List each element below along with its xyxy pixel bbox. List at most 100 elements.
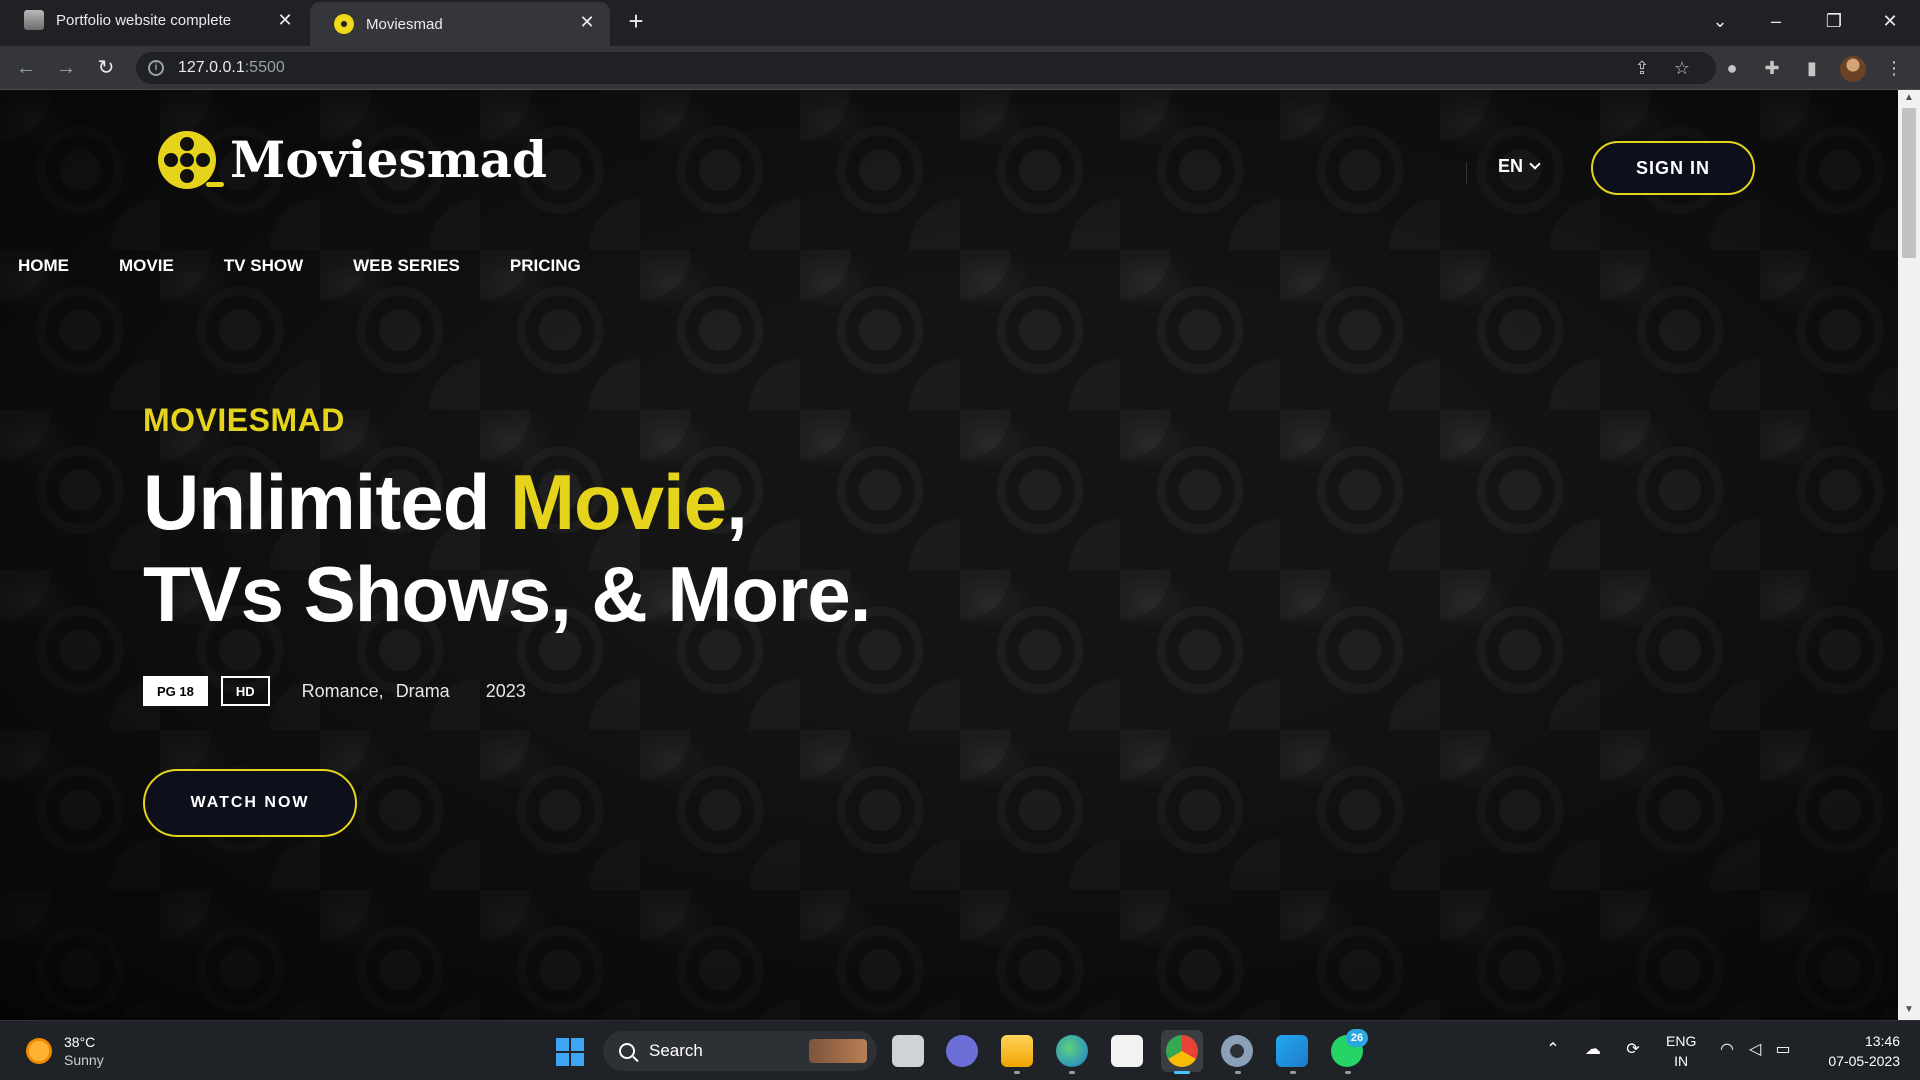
hero-title-part1: Unlimited [143, 458, 511, 546]
page-scrollbar[interactable]: ▲ ▼ [1898, 90, 1920, 1020]
forward-arrow-icon[interactable]: → [52, 54, 80, 82]
sync-icon[interactable]: ⟳ [1622, 1039, 1644, 1061]
main-nav: HOME MOVIE TV SHOW WEB SERIES PRICING [18, 256, 631, 276]
system-clock[interactable]: 13:46 07-05-2023 [1818, 1031, 1900, 1071]
page-viewport: Moviesmad EN SIGN IN HOME MOVIE TV SHOW … [0, 90, 1898, 1020]
scroll-thumb[interactable] [1902, 108, 1916, 258]
hero-subtitle: MOVIESMAD [143, 402, 345, 438]
file-explorer-icon[interactable] [1001, 1035, 1033, 1067]
page-content: Moviesmad EN SIGN IN HOME MOVIE TV SHOW … [0, 90, 1898, 1020]
clock-time: 13:46 [1864, 1033, 1900, 1049]
browser-tab-bar: Portfolio website complete ✕ Moviesmad ✕… [0, 0, 1920, 46]
url-port: :5500 [244, 59, 285, 76]
volume-icon[interactable]: ◁ [1744, 1039, 1766, 1061]
nav-item-web-series[interactable]: WEB SERIES [353, 256, 460, 276]
url-text[interactable]: 127.0.0.1:5500 [178, 59, 285, 77]
kebab-menu-icon[interactable]: ⋮ [1882, 56, 1906, 80]
hero-title-line2: TVs Shows, & More. [143, 550, 871, 638]
hero-title: Unlimited Movie, TVs Shows, & More. [143, 456, 871, 640]
quality-badge: HD [220, 676, 270, 706]
weather-temp: 38°C [64, 1034, 96, 1050]
running-indicator [1290, 1071, 1296, 1074]
portfolio-favicon-icon [24, 10, 44, 30]
teams-chat-icon[interactable] [946, 1035, 978, 1067]
onedrive-icon[interactable]: ☁ [1582, 1039, 1604, 1061]
edge-browser-icon[interactable] [1056, 1035, 1088, 1067]
tab-title: Portfolio website complete [56, 11, 232, 29]
hero-title-part2: , [726, 458, 748, 546]
chevron-down-icon [1529, 158, 1541, 170]
chrome-taskbar-button[interactable] [1161, 1030, 1203, 1072]
site-info-icon[interactable]: i [148, 60, 164, 76]
running-indicator [1069, 1071, 1075, 1074]
active-indicator [1174, 1071, 1190, 1074]
nav-item-home[interactable]: HOME [18, 256, 69, 276]
scroll-down-arrow-icon[interactable]: ▼ [1903, 1004, 1915, 1016]
sign-in-button[interactable]: SIGN IN [1591, 141, 1755, 195]
film-reel-icon [158, 130, 224, 189]
os-taskbar: 38°C Sunny Search 26 ⌃ ☁ ⟳ ENG IN ◠ ◁ ▭ … [0, 1020, 1920, 1080]
settings-gear-icon[interactable] [1221, 1035, 1253, 1067]
vscode-icon[interactable] [1276, 1035, 1308, 1067]
chrome-icon [1166, 1035, 1198, 1067]
running-indicator [1235, 1071, 1241, 1074]
header-divider [1466, 162, 1467, 184]
genre-list: Romance, Drama [302, 681, 450, 702]
language-code: ENG [1666, 1033, 1697, 1049]
nav-item-movie[interactable]: MOVIE [119, 256, 174, 276]
reload-icon[interactable]: ↻ [92, 54, 120, 82]
battery-icon[interactable]: ▭ [1772, 1039, 1794, 1061]
film-reel-favicon-icon [334, 14, 354, 34]
bookmark-star-icon[interactable]: ☆ [1670, 56, 1694, 80]
nav-item-pricing[interactable]: PRICING [510, 256, 581, 276]
task-view-icon[interactable] [892, 1035, 924, 1067]
scroll-up-arrow-icon[interactable]: ▲ [1903, 92, 1915, 104]
microsoft-store-icon[interactable] [1111, 1035, 1143, 1067]
weather-widget[interactable]: 38°C Sunny [26, 1033, 104, 1069]
tab-title: Moviesmad [366, 15, 443, 33]
genre-item[interactable]: Drama [396, 681, 450, 701]
language-region: IN [1674, 1053, 1689, 1069]
brand-name: Moviesmad [230, 130, 547, 189]
rating-badge: PG 18 [143, 676, 208, 706]
new-tab-plus-icon[interactable]: + [622, 8, 650, 36]
close-icon[interactable]: ✕ [276, 11, 294, 29]
side-panel-icon[interactable]: ▮ [1800, 56, 1824, 80]
profile-avatar[interactable] [1840, 56, 1866, 82]
notification-badge: 26 [1346, 1029, 1368, 1047]
close-icon[interactable]: ✕ [578, 13, 596, 31]
back-arrow-icon[interactable]: ← [12, 54, 40, 82]
language-label: EN [1498, 156, 1524, 176]
movie-meta: PG 18 HD Romance, Drama 2023 [143, 676, 526, 706]
window-close-icon[interactable]: ✕ [1870, 6, 1910, 36]
genre-item[interactable]: Romance, [302, 681, 384, 701]
running-indicator [1345, 1071, 1351, 1074]
minimize-icon[interactable]: – [1756, 6, 1796, 36]
weather-condition: Sunny [64, 1052, 104, 1068]
language-selector[interactable]: EN [1498, 156, 1541, 177]
taskbar-search[interactable]: Search [603, 1031, 877, 1071]
tab-portfolio[interactable]: Portfolio website complete ✕ [0, 0, 308, 40]
share-icon[interactable]: ⇪ [1630, 56, 1654, 80]
search-icon [619, 1043, 635, 1059]
chevron-up-icon[interactable]: ⌃ [1542, 1039, 1564, 1061]
puzzle-extensions-icon[interactable]: ✚ [1760, 56, 1784, 80]
restore-icon[interactable]: ❐ [1814, 6, 1854, 36]
sun-icon [26, 1038, 52, 1064]
clock-date: 07-05-2023 [1828, 1053, 1900, 1069]
brand-logo[interactable]: Moviesmad [158, 130, 547, 189]
watch-now-button[interactable]: WATCH NOW [143, 769, 357, 837]
extension-icon[interactable]: ● [1720, 56, 1744, 80]
tab-search-chevron-icon[interactable]: ⌄ [1700, 6, 1740, 36]
wifi-icon[interactable]: ◠ [1716, 1039, 1738, 1061]
url-host: 127.0.0.1 [178, 59, 245, 76]
weather-text: 38°C Sunny [64, 1033, 104, 1069]
url-bar[interactable]: i 127.0.0.1:5500 [136, 52, 1716, 84]
windows-start-icon[interactable] [556, 1038, 584, 1066]
release-year: 2023 [485, 680, 526, 701]
nav-item-tv-show[interactable]: TV SHOW [224, 256, 303, 276]
address-toolbar: ← → ↻ i 127.0.0.1:5500 ⇪ ☆ ● ✚ ▮ ⋮ [0, 46, 1920, 90]
input-language[interactable]: ENG IN [1666, 1031, 1696, 1071]
tab-moviesmad[interactable]: Moviesmad ✕ [310, 2, 610, 46]
running-indicator [1014, 1071, 1020, 1074]
